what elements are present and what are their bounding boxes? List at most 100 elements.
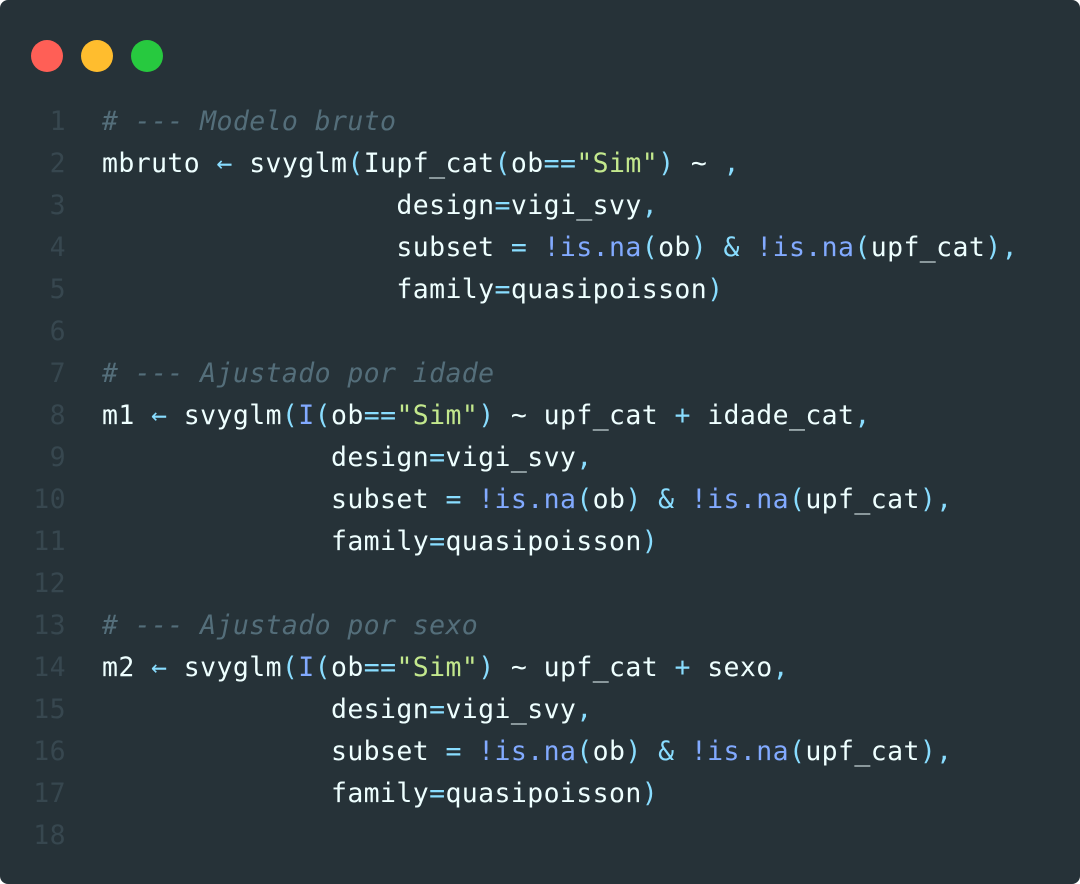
code-token: & <box>658 736 675 767</box>
code-window: 1 # --- Modelo bruto 2 mbruto ← svyglm(Iupf… <box>0 0 1080 884</box>
code-text: design=vigi_svy, <box>102 185 658 227</box>
line-number: 13 <box>33 610 66 641</box>
code-text: subset = !is.na(ob) & !is.na(upf_cat), <box>102 227 1018 269</box>
code-token: I <box>298 400 315 431</box>
code-text: subset = !is.na(ob) & !is.na(upf_cat), <box>102 731 953 773</box>
code-text: # --- Ajustado por sexo <box>102 605 478 647</box>
line-number: 14 <box>33 652 66 683</box>
code-text: family=quasipoisson) <box>102 521 658 563</box>
line-number: 11 <box>33 526 66 557</box>
code-token: vigi_svy <box>445 694 577 725</box>
code-token: ob <box>592 484 626 515</box>
code-token: idade_cat <box>690 400 855 431</box>
minimize-dot-icon[interactable] <box>81 40 113 72</box>
code-token: ) <box>641 778 659 809</box>
code-token: m2 <box>102 652 152 683</box>
code-token: ← <box>151 400 168 431</box>
code-token: family <box>102 274 495 305</box>
line-number: 12 <box>33 568 66 599</box>
code-token: svyglm <box>167 400 282 431</box>
line-number: 3 <box>49 190 66 221</box>
code-line: 12 <box>0 563 1080 605</box>
code-token: ( <box>641 232 659 263</box>
code-token: = <box>445 484 462 515</box>
code-token: ← <box>151 652 168 683</box>
code-token: = <box>494 190 511 221</box>
code-token: ) <box>690 232 708 263</box>
code-line: 7 # --- Ajustado por idade <box>0 353 1080 395</box>
code-token: !is.na <box>478 484 577 515</box>
code-token: & <box>658 484 675 515</box>
code-line: 3 design=vigi_svy, <box>0 185 1080 227</box>
code-token: ( <box>347 148 364 179</box>
code-line: 6 <box>0 311 1080 353</box>
code-token: , <box>723 148 740 179</box>
code-line: 14 m2 ← svyglm(I(ob=="Sim") ~ upf_cat + s… <box>0 647 1080 689</box>
code-line: 9 design=vigi_svy, <box>0 437 1080 479</box>
code-token: !is.na <box>690 736 789 767</box>
code-token: + <box>674 652 691 683</box>
code-token: subset <box>102 484 446 515</box>
close-dot-icon[interactable] <box>31 40 63 72</box>
code-line: 18 <box>0 815 1080 857</box>
code-token: ( <box>788 484 806 515</box>
code-line: 15 design=vigi_svy, <box>0 689 1080 731</box>
code-text: # --- Ajustado por idade <box>102 353 495 395</box>
line-number: 9 <box>49 442 66 473</box>
line-number: 7 <box>49 358 66 389</box>
code-block: 1 # --- Modelo bruto 2 mbruto ← svyglm(Iupf… <box>0 101 1080 857</box>
code-token: = <box>510 232 528 263</box>
code-token: !is.na <box>690 484 789 515</box>
code-token: ob <box>658 232 691 263</box>
code-token: design <box>102 190 495 221</box>
line-number: 8 <box>49 400 66 431</box>
code-token: == <box>363 400 397 431</box>
code-token: = <box>429 694 446 725</box>
code-token: design <box>102 442 430 473</box>
code-token: upf_cat <box>805 736 920 767</box>
code-token: ( <box>314 400 331 431</box>
code-token: ob <box>592 736 626 767</box>
code-token: == <box>363 652 397 683</box>
code-token: ) <box>658 148 675 179</box>
code-token: = <box>429 778 446 809</box>
code-text: family=quasipoisson) <box>102 269 724 311</box>
code-token: quasipoisson <box>445 778 642 809</box>
code-token: ~ <box>674 148 724 179</box>
line-number: 18 <box>33 820 66 851</box>
code-token: family <box>102 526 430 557</box>
code-line: 16 subset = !is.na(ob) & !is.na(upf_cat)… <box>0 731 1080 773</box>
code-token: ) <box>478 400 495 431</box>
code-token: upf_cat <box>805 484 920 515</box>
code-token: !is.na <box>543 232 642 263</box>
code-token: !is.na <box>756 232 855 263</box>
code-token: vigi_svy <box>445 442 577 473</box>
code-token: !is.na <box>478 736 577 767</box>
maximize-dot-icon[interactable] <box>131 40 163 72</box>
code-token: ob <box>331 652 364 683</box>
code-token: = <box>429 526 446 557</box>
code-text: m1 ← svyglm(I(ob=="Sim") ~ upf_cat + ida… <box>102 395 871 437</box>
code-token: ) <box>625 736 642 767</box>
line-number: 10 <box>33 484 66 515</box>
code-text: design=vigi_svy, <box>102 437 593 479</box>
code-token: = <box>429 442 446 473</box>
code-token: ) <box>707 274 724 305</box>
code-token: # --- Modelo bruto <box>102 106 397 137</box>
line-number: 5 <box>49 274 66 305</box>
code-token: ob <box>510 148 544 179</box>
code-line: 11 family=quasipoisson) <box>0 521 1080 563</box>
code-line: 5 family=quasipoisson) <box>0 269 1080 311</box>
code-text: # --- Modelo bruto <box>102 101 396 143</box>
code-token: ( <box>576 484 593 515</box>
line-number: 1 <box>49 106 66 137</box>
code-token: upf_cat <box>870 232 986 263</box>
code-token: m1 <box>102 400 152 431</box>
code-text: design=vigi_svy, <box>102 689 593 731</box>
code-token: ( <box>854 232 871 263</box>
